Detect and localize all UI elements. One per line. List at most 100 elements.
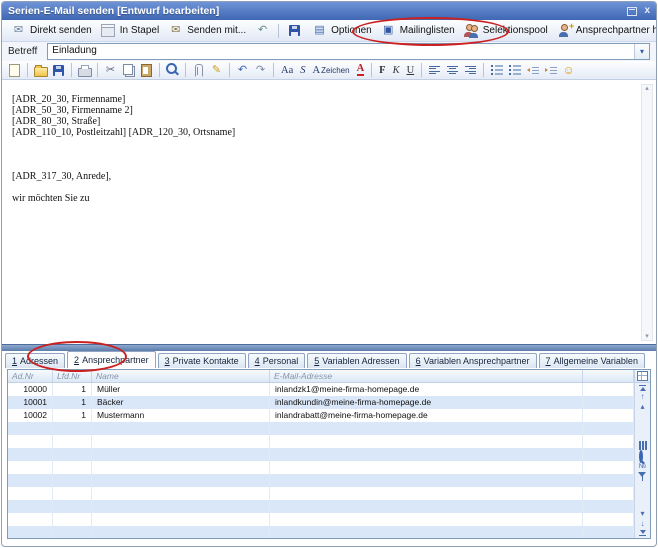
table-empty-row: [8, 500, 634, 513]
table-row[interactable]: 10002 1 Mustermann inlandrabatt@meine-fi…: [8, 409, 634, 422]
tab-allgemeine-variablen[interactable]: 7Allgemeine Variablen: [539, 353, 645, 368]
bullet-list-icon[interactable]: [506, 63, 523, 78]
scroll-prev-icon[interactable]: ↑: [641, 393, 645, 401]
table-empty-row: [8, 448, 634, 461]
toolbar-separator: [278, 24, 279, 38]
tab-ansprechpartner[interactable]: 2Ansprechpartner: [67, 351, 156, 368]
close-icon[interactable]: x: [644, 6, 650, 16]
direct-send-button[interactable]: ✉ Direkt senden: [6, 22, 96, 39]
paste-icon[interactable]: [138, 63, 155, 78]
batch-stack-icon: [100, 23, 117, 38]
editor-scrollbar[interactable]: ▴ ▾: [641, 84, 653, 341]
outdent-icon[interactable]: [524, 63, 541, 78]
scroll-last-icon[interactable]: [639, 530, 646, 536]
indent-icon[interactable]: [542, 63, 559, 78]
filter-icon[interactable]: [638, 472, 647, 481]
tab-variablen-adressen[interactable]: 5Variablen Adressen: [307, 353, 406, 368]
tab-private-kontakte[interactable]: 3Private Kontakte: [158, 353, 246, 368]
cut-icon[interactable]: ✂: [102, 63, 119, 78]
subject-dropdown-button[interactable]: ▾: [634, 44, 649, 59]
scroll-next-icon[interactable]: ↓: [641, 520, 645, 528]
table-header: Ad.Nr Lfd.Nr Name E-Mail-Adresse: [8, 370, 634, 383]
scroll-down-icon[interactable]: ▾: [640, 510, 644, 518]
revert-button[interactable]: ↶: [250, 22, 275, 39]
in-batch-label: In Stapel: [120, 25, 159, 36]
table-row[interactable]: 10001 1 Bäcker inlandkundin@meine-firma-…: [8, 396, 634, 409]
window-title: Serien-E-Mail senden [Entwurf bearbeiten…: [8, 5, 627, 17]
table-empty-row: [8, 487, 634, 500]
align-right-icon[interactable]: [462, 63, 479, 78]
tab-variablen-ansprechpartner[interactable]: 6Variablen Ansprechpartner: [409, 353, 537, 368]
italic-button[interactable]: K: [390, 65, 403, 76]
add-contact-label: Ansprechpartner hinzufügen: [576, 25, 657, 36]
tab-personal[interactable]: 4Personal: [248, 353, 306, 368]
column-header-lfdnr[interactable]: Lfd.Nr: [53, 370, 92, 382]
column-header-name[interactable]: Name: [92, 370, 270, 382]
scroll-up-icon[interactable]: ▴: [645, 85, 649, 92]
new-document-icon[interactable]: [6, 63, 23, 78]
add-contact-button[interactable]: + Ansprechpartner hinzufügen: [552, 22, 657, 39]
align-center-icon[interactable]: [444, 63, 461, 78]
toolbar-separator: [421, 63, 422, 77]
save-button[interactable]: [282, 22, 307, 39]
undo-icon[interactable]: ↶: [234, 63, 251, 78]
bold-button[interactable]: F: [376, 65, 388, 76]
column-header-empty: [583, 370, 634, 382]
smiley-icon[interactable]: ☺: [560, 63, 577, 78]
numbered-list-icon[interactable]: [488, 63, 505, 78]
insert-field-icon[interactable]: ✎: [208, 63, 225, 78]
subject-value: Einladung: [48, 44, 634, 59]
scroll-up-icon[interactable]: ▴: [640, 403, 644, 411]
tab-adressen[interactable]: 1Adressen: [5, 353, 65, 368]
mailing-lists-button[interactable]: ▣ Mailinglisten: [376, 22, 459, 39]
scroll-down-icon[interactable]: ▾: [645, 333, 649, 340]
print-icon[interactable]: [76, 63, 93, 78]
subject-combobox[interactable]: Einladung ▾: [47, 43, 650, 60]
options-icon: ▤: [311, 23, 328, 38]
merge-field-line: [ADR_317_30, Anrede],: [12, 171, 632, 182]
column-header-adnr[interactable]: Ad.Nr: [8, 370, 53, 382]
underline-button[interactable]: U: [404, 65, 418, 76]
splitter-bar[interactable]: [2, 344, 656, 351]
column-header-email[interactable]: E-Mail-Adresse: [270, 370, 583, 382]
options-label: Optionen: [331, 25, 372, 36]
columns-icon[interactable]: [639, 441, 647, 450]
contact-table: Ad.Nr Lfd.Nr Name E-Mail-Adresse 10000 1…: [7, 369, 651, 539]
column-select-icon[interactable]: [637, 371, 648, 381]
selection-pool-button[interactable]: Selektionspool: [459, 22, 552, 39]
table-row[interactable]: 10000 1 Müller inlandzk1@meine-firma-hom…: [8, 383, 634, 396]
blank-line: [12, 149, 632, 160]
merge-field-line: [ADR_80_30, Straße]: [12, 116, 632, 127]
options-button[interactable]: ▤ Optionen: [307, 22, 376, 39]
copy-icon[interactable]: [120, 63, 137, 78]
mailing-lists-icon: ▣: [380, 23, 397, 38]
send-with-label: Senden mit...: [187, 25, 246, 36]
attach-icon[interactable]: [190, 63, 207, 78]
font-color-button[interactable]: A: [354, 64, 368, 77]
merge-field-line: [ADR_50_30, Firmenname 2]: [12, 105, 632, 116]
toolbar-separator: [97, 63, 98, 77]
send-with-icon: ✉: [167, 23, 184, 38]
char-format-button[interactable]: AZeichen: [310, 65, 353, 76]
table-corner: [634, 370, 650, 383]
scroll-first-icon[interactable]: [639, 385, 646, 391]
subject-row: Betreff Einladung ▾: [2, 42, 656, 61]
blank-line: [12, 138, 632, 149]
email-body-editor[interactable]: [ADR_20_30, Firmenname] [ADR_50_30, Firm…: [2, 81, 656, 344]
strikethrough-button[interactable]: S: [297, 65, 308, 76]
body-text-line: wir möchten Sie zu: [12, 193, 632, 204]
search-icon[interactable]: [164, 63, 181, 78]
in-batch-button[interactable]: In Stapel: [96, 22, 163, 39]
font-button[interactable]: Aa: [278, 65, 296, 76]
restore-icon[interactable]: [627, 7, 637, 16]
align-left-icon[interactable]: [426, 63, 443, 78]
search-icon[interactable]: [639, 452, 646, 461]
serial-email-window: Serien-E-Mail senden [Entwurf bearbeiten…: [1, 1, 657, 547]
save-icon[interactable]: [50, 63, 67, 78]
table-empty-row: [8, 474, 634, 487]
redo-icon[interactable]: ↷: [252, 63, 269, 78]
send-with-button[interactable]: ✉ Senden mit...: [163, 22, 250, 39]
open-file-icon[interactable]: [32, 63, 49, 78]
save-disk-icon: [286, 23, 303, 38]
selection-pool-icon: [463, 23, 480, 38]
